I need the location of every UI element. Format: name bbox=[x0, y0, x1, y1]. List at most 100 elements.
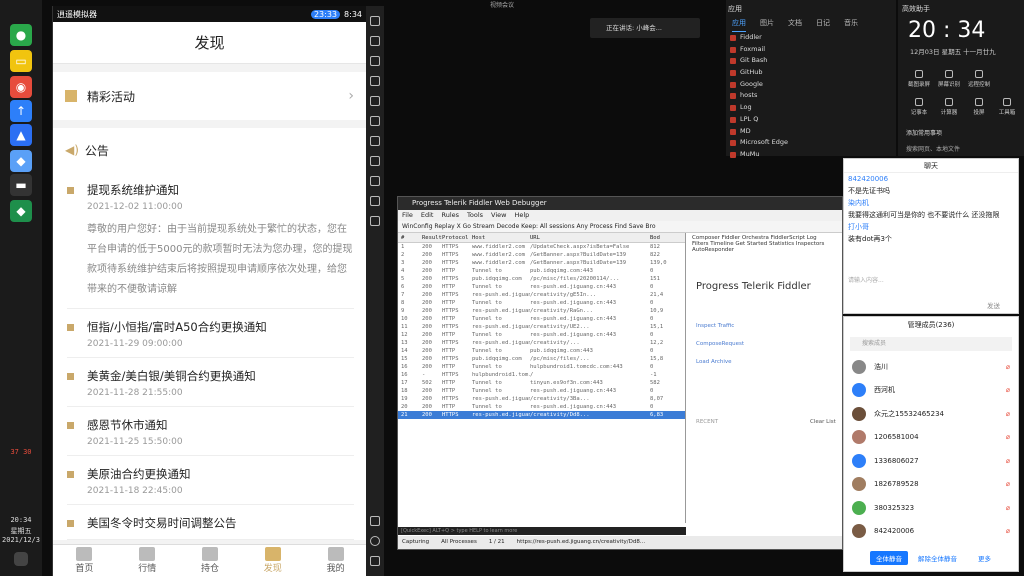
session-row[interactable]: 3 200 HTTPS www.fiddler2.com/GetBanner.aspx… bbox=[398, 259, 685, 267]
member-row[interactable]: 1336806027 ⌀ bbox=[844, 449, 1018, 473]
rotate-icon[interactable] bbox=[370, 196, 380, 206]
search-field[interactable]: 搜索网页、本地文件 bbox=[906, 144, 960, 153]
mute-all-button[interactable]: 全体静音 bbox=[870, 551, 908, 565]
promo-row[interactable]: 精彩活动 › bbox=[53, 72, 366, 120]
nav-mine[interactable]: 我的 bbox=[304, 545, 367, 576]
app-icon[interactable]: ↑ bbox=[10, 100, 32, 122]
toolbox-action[interactable]: 工具箱 bbox=[992, 98, 1022, 116]
remote-action[interactable]: 远程控制 bbox=[964, 70, 994, 88]
more-button[interactable]: 更多 bbox=[978, 553, 991, 563]
app-list-item[interactable]: Git Bash bbox=[726, 55, 896, 67]
member-row[interactable]: 浩川 ⌀ bbox=[844, 355, 1018, 379]
member-row[interactable]: 西河机 ⌀ bbox=[844, 379, 1018, 403]
browser-icon[interactable]: ◆ bbox=[10, 150, 32, 172]
chat-input[interactable]: 请输入内容... bbox=[848, 275, 884, 284]
session-row[interactable]: 14 200 HTTP Tunnel to pub.idqqimg.com:443 0 bbox=[398, 347, 685, 355]
notice-item[interactable]: 恒指/小恒指/富时A50合约更换通知 2021-11-29 09:00:00 bbox=[67, 309, 354, 358]
session-row[interactable]: 8 200 HTTP Tunnel to res-push.ed.jiguang.cn:… bbox=[398, 299, 685, 307]
cast-action[interactable]: 投屏 bbox=[964, 98, 994, 116]
unmute-all-button[interactable]: 解除全体静音 bbox=[918, 553, 957, 563]
mic-muted-icon[interactable]: ⌀ bbox=[1006, 433, 1010, 441]
app-list-item[interactable]: Google bbox=[726, 79, 896, 91]
inspect-traffic-link[interactable]: Inspect Traffic bbox=[696, 323, 734, 329]
wechat-icon[interactable]: ● bbox=[10, 24, 32, 46]
record-icon[interactable] bbox=[370, 76, 380, 86]
clear-list-link[interactable]: Clear List bbox=[810, 419, 836, 425]
calculator-action[interactable]: 计算器 bbox=[934, 98, 964, 116]
menu-help[interactable]: Help bbox=[514, 210, 529, 221]
notice-item[interactable]: 提现系统维护通知 2021-12-02 11:00:00 尊敬的用户您好：由于当… bbox=[67, 172, 354, 309]
notepad-action[interactable]: 记事本 bbox=[904, 98, 934, 116]
session-row[interactable]: 7 200 HTTPS res-push.ed.jiguan.../creativit… bbox=[398, 291, 685, 299]
app-list-item[interactable]: Log bbox=[726, 102, 896, 114]
tab-docs[interactable]: 文档 bbox=[788, 18, 802, 32]
session-row[interactable]: 21 200 HTTPS res-push.ed.jiguan.../creativi… bbox=[398, 411, 685, 419]
member-search[interactable]: 搜索成员 bbox=[850, 337, 1012, 351]
screen-icon[interactable] bbox=[370, 56, 380, 66]
tab-images[interactable]: 图片 bbox=[760, 18, 774, 32]
session-row[interactable]: 10 200 HTTP Tunnel to res-push.ed.jiguang.cn… bbox=[398, 315, 685, 323]
screenshot-action[interactable]: 截图录屏 bbox=[904, 70, 934, 88]
mic-muted-icon[interactable]: ⌀ bbox=[1006, 410, 1010, 418]
tab-diary[interactable]: 日记 bbox=[816, 18, 830, 32]
quickexec-input[interactable]: [QuickExec] ALT+Q > type HELP to learn m… bbox=[398, 527, 686, 535]
member-row[interactable]: 1826789528 ⌀ bbox=[844, 473, 1018, 497]
nav-home[interactable]: 首页 bbox=[53, 545, 116, 576]
session-row[interactable]: 1 200 HTTPS www.fiddler2.com/UpdateCheck.as… bbox=[398, 243, 685, 251]
nav-discover[interactable]: 发现 bbox=[241, 545, 304, 576]
right-tabs[interactable]: Composer Fiddler Orchestra FiddlerScript… bbox=[688, 233, 838, 255]
mic-muted-icon[interactable]: ⌀ bbox=[1006, 504, 1010, 512]
menu-edit[interactable]: Edit bbox=[421, 210, 434, 221]
show-desktop-icon[interactable] bbox=[14, 552, 28, 566]
app-list-item[interactable]: Foxmail bbox=[726, 44, 896, 56]
notice-item[interactable]: 感恩节休市通知 2021-11-25 15:50:00 bbox=[67, 407, 354, 456]
col-header[interactable]: Result bbox=[422, 233, 442, 242]
col-header[interactable]: Protocol bbox=[442, 233, 472, 242]
session-row[interactable]: 12 200 HTTP Tunnel to res-push.ed.jiguang.cn… bbox=[398, 331, 685, 339]
menu-file[interactable]: File bbox=[402, 210, 413, 221]
settings-icon[interactable] bbox=[370, 96, 380, 106]
recognize-action[interactable]: 屏幕识别 bbox=[934, 70, 964, 88]
session-row[interactable]: 19 200 HTTPS res-push.ed.jiguan.../creativi… bbox=[398, 395, 685, 403]
tab-apps[interactable]: 应用 bbox=[732, 18, 746, 32]
col-header[interactable]: # bbox=[398, 233, 422, 242]
folder-icon[interactable]: ▭ bbox=[10, 50, 32, 72]
member-row[interactable]: 842420006 ⌀ bbox=[844, 520, 1018, 544]
menu-rules[interactable]: Rules bbox=[441, 210, 459, 221]
col-header[interactable]: Host bbox=[472, 233, 530, 242]
app-list-item[interactable]: LPL Q bbox=[726, 114, 896, 126]
terminal-icon[interactable]: ▬ bbox=[10, 174, 32, 196]
home-button-icon[interactable] bbox=[370, 536, 380, 546]
session-row[interactable]: 6 200 HTTP Tunnel to res-push.ed.jiguang.cn:… bbox=[398, 283, 685, 291]
session-row[interactable]: 20 200 HTTP Tunnel to res-push.ed.jiguang.cn… bbox=[398, 403, 685, 411]
mic-muted-icon[interactable]: ⌀ bbox=[1006, 527, 1010, 535]
app-list-item[interactable]: MD bbox=[726, 126, 896, 138]
folder-icon[interactable] bbox=[370, 176, 380, 186]
process-filter[interactable]: All Processes bbox=[441, 536, 477, 549]
mic-muted-icon[interactable]: ⌀ bbox=[1006, 457, 1010, 465]
session-row[interactable]: 18 200 HTTP Tunnel to res-push.ed.jiguang.cn… bbox=[398, 387, 685, 395]
compose-request-link[interactable]: ComposeRequest bbox=[696, 341, 744, 347]
add-pin[interactable]: 添加常用事项 bbox=[906, 128, 942, 137]
col-header[interactable]: URL bbox=[530, 233, 650, 242]
col-header[interactable]: Bod bbox=[650, 233, 674, 242]
back-icon[interactable] bbox=[370, 516, 380, 526]
expand-icon[interactable] bbox=[370, 16, 380, 26]
capturing-status[interactable]: Capturing bbox=[402, 536, 429, 549]
session-row[interactable]: 9 200 HTTPS res-push.ed.jiguan.../creativit… bbox=[398, 307, 685, 315]
app-list-item[interactable]: hosts bbox=[726, 90, 896, 102]
mic-muted-icon[interactable]: ⌀ bbox=[1006, 363, 1010, 371]
tab-music[interactable]: 音乐 bbox=[844, 18, 858, 32]
session-row[interactable]: 4 200 HTTP Tunnel to pub.idqqimg.com:443 0 bbox=[398, 267, 685, 275]
mic-muted-icon[interactable]: ⌀ bbox=[1006, 480, 1010, 488]
notice-item[interactable]: 美原油合约更换通知 2021-11-18 22:45:00 bbox=[67, 456, 354, 505]
session-row[interactable]: 15 200 HTTPS pub.idqqimg.com/pc/misc/files/… bbox=[398, 355, 685, 363]
session-row[interactable]: 11 200 HTTPS res-push.ed.jiguan.../creativi… bbox=[398, 323, 685, 331]
member-row[interactable]: 1206581004 ⌀ bbox=[844, 426, 1018, 450]
app-list-item[interactable]: Microsoft Edge bbox=[726, 137, 896, 149]
session-row[interactable]: 16 200 HTTP Tunnel to hulpbundroid1.tomcdc.c… bbox=[398, 363, 685, 371]
send-button[interactable]: 发送 bbox=[987, 300, 1000, 310]
member-row[interactable]: 380325323 ⌀ bbox=[844, 496, 1018, 520]
load-archive-link[interactable]: Load Archive bbox=[696, 359, 732, 365]
meeting-icon[interactable]: ▲ bbox=[10, 124, 32, 146]
